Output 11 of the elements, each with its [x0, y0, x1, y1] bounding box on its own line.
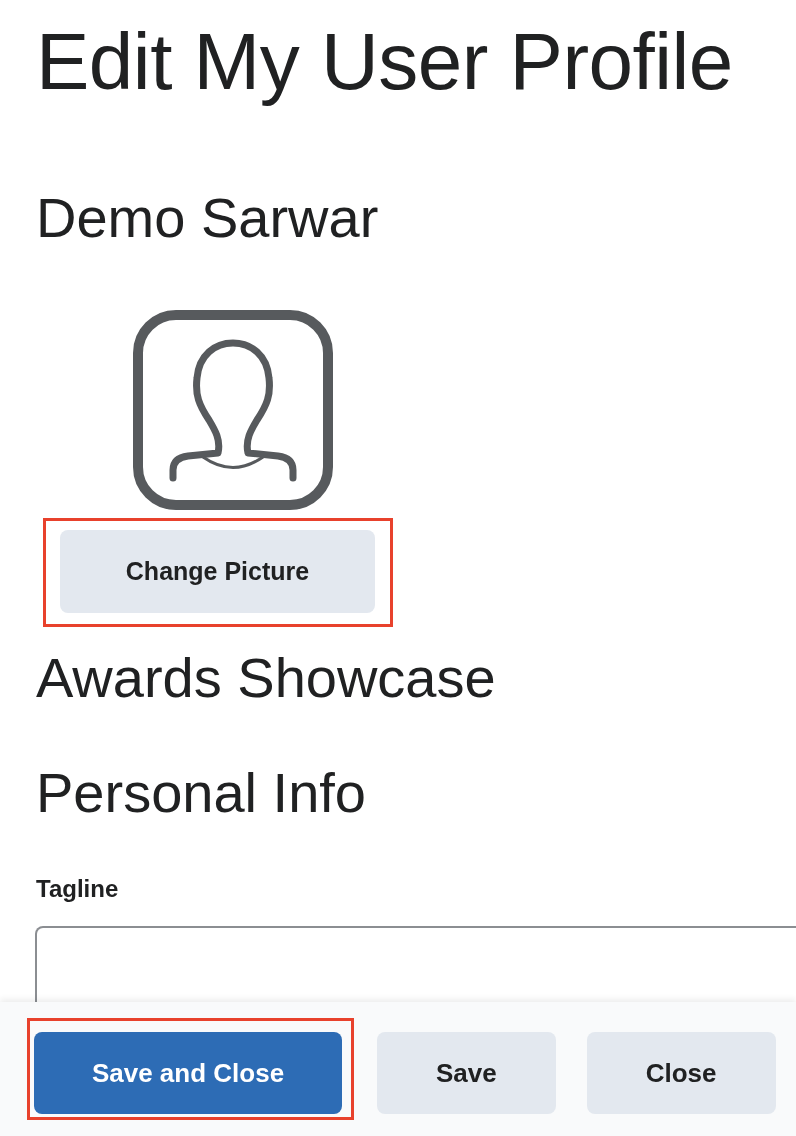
page-title: Edit My User Profile [36, 16, 733, 108]
user-avatar-icon [133, 310, 333, 510]
footer-button[interactable]: Save and Close [34, 1032, 342, 1114]
section-heading: Personal Info [36, 760, 366, 826]
field-label: Tagline [36, 874, 119, 903]
profile-name: Demo Sarwar [36, 185, 379, 251]
change-picture-button[interactable]: Change Picture [60, 530, 375, 613]
text-input-field[interactable] [35, 926, 796, 1002]
section-heading: Awards Showcase [36, 645, 496, 711]
footer-button[interactable]: Save [377, 1032, 556, 1114]
footer-button[interactable]: Close [586, 1032, 776, 1114]
